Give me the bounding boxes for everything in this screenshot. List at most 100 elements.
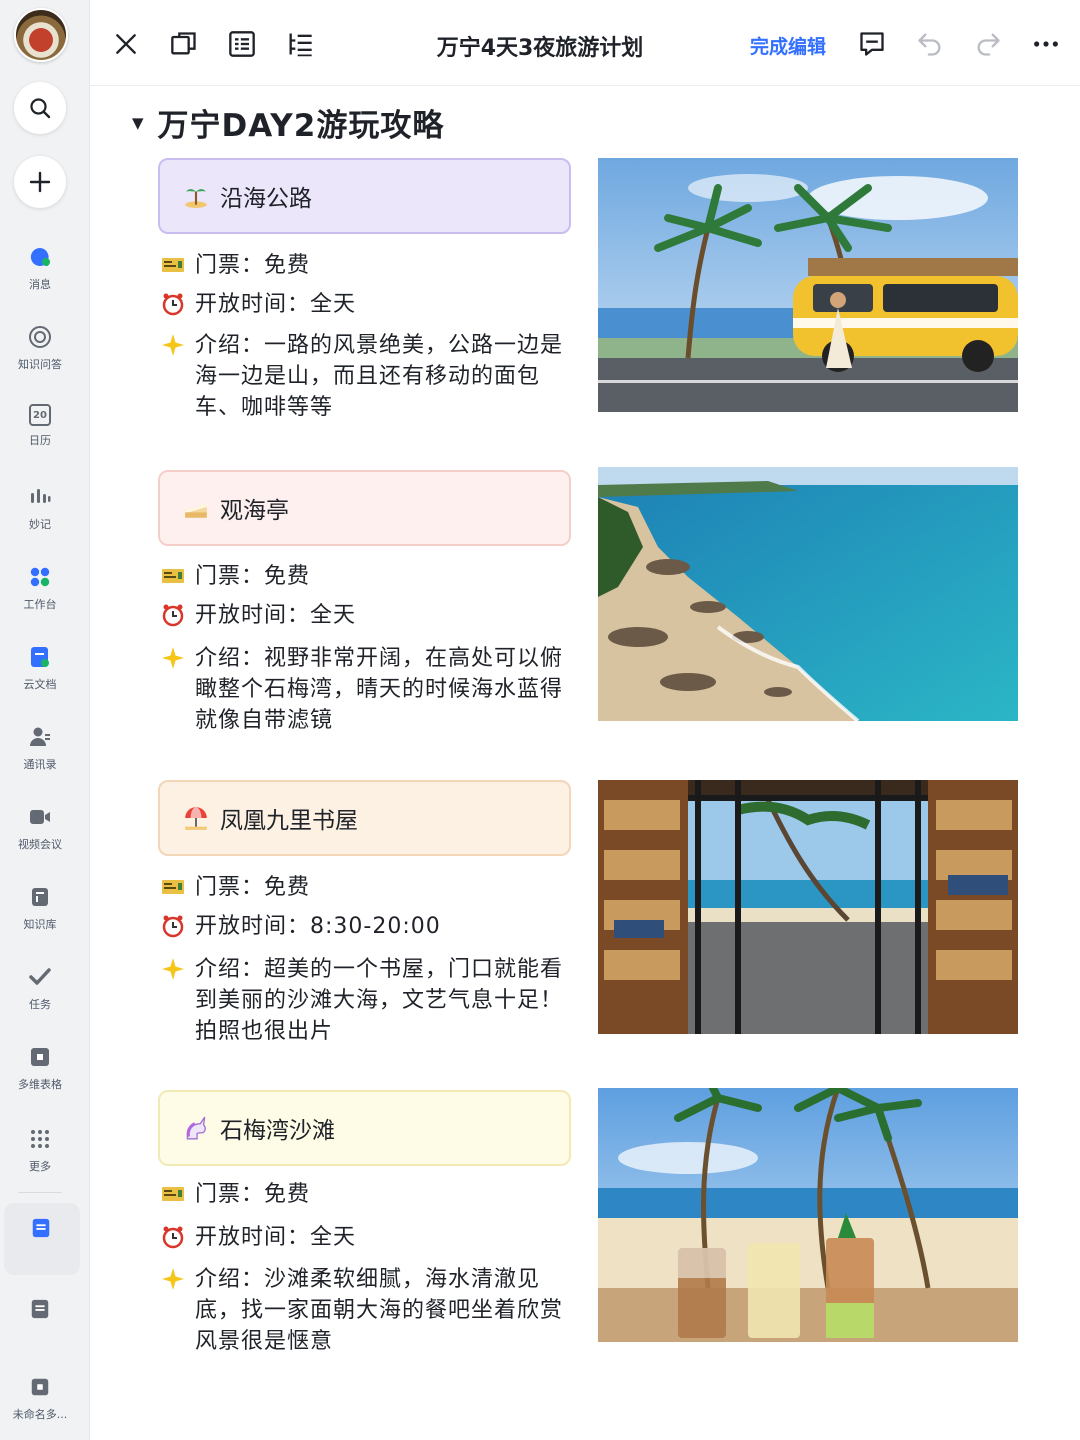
alarm-clock-icon (160, 913, 186, 939)
sidebar-item-messages[interactable]: 消息 (0, 244, 80, 308)
ticket-icon (160, 252, 186, 278)
sidebar-item-tasks[interactable]: 任务 (0, 964, 80, 1028)
list-box-icon (229, 31, 255, 57)
sidebar-item-calendar[interactable]: 20 日历 (0, 404, 80, 468)
spot-title-card[interactable]: 凤凰九里书屋 (158, 780, 571, 856)
spot-name: 观海亭 (220, 498, 289, 524)
ticket-icon (160, 563, 186, 589)
spiral-icon (29, 326, 51, 348)
sidebar-item-label: 多维表格 (18, 1078, 62, 1091)
sidebar-item-more[interactable]: 更多 (0, 1126, 80, 1190)
close-button[interactable] (110, 28, 142, 60)
document-toolbar: 万宁4天3夜旅游计划 完成编辑 (90, 0, 1080, 86)
cake-icon (182, 494, 210, 522)
ticket-line: 门票：免费 (160, 1179, 579, 1210)
outline-icon (289, 33, 312, 57)
ellipsis-icon (1034, 41, 1058, 47)
spot-name: 石梅湾沙滩 (220, 1118, 335, 1144)
comment-icon (860, 32, 884, 56)
hours-line: 开放时间：全天 (160, 289, 579, 320)
section-heading[interactable]: ▼ 万宁DAY2游玩攻略 (132, 100, 444, 145)
alarm-clock-icon (160, 1224, 186, 1250)
dots-grid-icon (31, 1130, 49, 1148)
spot-title-card[interactable]: 石梅湾沙滩 (158, 1090, 571, 1166)
search-button[interactable] (14, 82, 66, 134)
intro-text: 介绍：一路的风景绝美，公路一边是海一边是山，而且还有移动的面包车、咖啡等等 (195, 333, 564, 420)
page-layout-button[interactable] (226, 28, 258, 60)
intro-line: 介绍：超美的一个书屋，门口就能看到美丽的沙滩大海，文艺气息十足！拍照也很出片 (160, 954, 579, 1047)
ticket-line: 门票：免费 (160, 561, 579, 592)
table-icon (31, 1378, 49, 1396)
recent-base-label: 未命名多... (12, 1408, 68, 1421)
sidebar-item-minutes[interactable]: 妙记 (0, 484, 80, 548)
hours-text: 开放时间：全天 (195, 603, 357, 628)
document-title: 万宁4天3夜旅游计划 (436, 36, 644, 61)
undo-icon (918, 33, 941, 56)
spot-title-card[interactable]: 沿海公路 (158, 158, 571, 234)
sidebar-item-video-meeting[interactable]: 视频会议 (0, 804, 80, 868)
collapse-caret-icon[interactable]: ▼ (132, 114, 144, 132)
hours-text: 开放时间：全天 (195, 292, 357, 317)
ticket-line: 门票：免费 (160, 872, 579, 903)
intro-text: 介绍：视野非常开阔，在高处可以俯瞰整个石梅湾，晴天的时候海水蓝得就像自带滤镜 (195, 646, 564, 733)
sidebar-item-label: 日历 (29, 434, 51, 447)
recent-base-item[interactable]: 未命名多... (0, 1374, 80, 1438)
alarm-clock-icon (160, 291, 186, 317)
window-icon (171, 32, 196, 55)
hours-line: 开放时间：全天 (160, 1222, 579, 1253)
ticket-text: 门票：免费 (195, 875, 311, 900)
beach-umbrella-icon (182, 804, 210, 832)
redo-button[interactable] (972, 28, 1004, 60)
sidebar-item-label: 知识库 (23, 918, 57, 931)
sidebar-item-label: 云文档 (23, 678, 57, 691)
contacts-icon (30, 727, 50, 746)
sidebar-item-label: 消息 (29, 278, 51, 291)
sidebar-item-docs[interactable]: 云文档 (0, 644, 80, 708)
ticket-text: 门票：免费 (195, 253, 311, 278)
chat-bubble-icon (30, 247, 50, 266)
cloud-doc-icon (31, 647, 49, 667)
spot-photo (598, 1088, 1018, 1342)
add-button[interactable] (14, 156, 66, 208)
grid-apps-icon (30, 567, 50, 587)
ticket-icon (160, 1181, 186, 1207)
sparkle-icon (160, 645, 186, 671)
sidebar-item-knowledge-qa[interactable]: 知识问答 (0, 324, 80, 388)
sidebar-item-label: 通讯录 (23, 758, 57, 771)
search-icon (30, 98, 51, 119)
sidebar-item-label: 知识问答 (18, 358, 62, 371)
comments-button[interactable] (856, 28, 888, 60)
sidebar-item-label: 视频会议 (18, 838, 62, 851)
ticket-icon (160, 874, 186, 900)
recent-doc-item[interactable] (0, 1296, 80, 1360)
waveform-icon (31, 489, 51, 503)
section-heading-text: 万宁DAY2游玩攻略 (157, 108, 445, 144)
sidebar-item-label: 妙记 (29, 518, 51, 531)
sidebar-item-workplace[interactable]: 工作台 (0, 564, 80, 628)
more-options-button[interactable] (1030, 28, 1062, 60)
intro-text: 介绍：超美的一个书屋，门口就能看到美丽的沙滩大海，文艺气息十足！拍照也很出片 (195, 957, 564, 1044)
intro-line: 介绍：视野非常开阔，在高处可以俯瞰整个石梅湾，晴天的时候海水蓝得就像自带滤镜 (160, 643, 579, 736)
unicorn-icon (182, 1114, 210, 1142)
recent-doc-active-item[interactable] (4, 1203, 80, 1275)
hours-text: 开放时间：全天 (195, 1225, 357, 1250)
sidebar-item-label: 任务 (29, 998, 51, 1011)
spot-title-card[interactable]: 观海亭 (158, 470, 571, 546)
undo-button[interactable] (914, 28, 946, 60)
window-mode-button[interactable] (168, 28, 200, 60)
app-sidebar: 消息 知识问答 20 日历 妙记 工作台 云文档 通讯录 视频会议 知识库 任务 (0, 0, 90, 1440)
sidebar-item-wiki[interactable]: 知识库 (0, 884, 80, 948)
calendar-icon: 20 (29, 404, 51, 426)
finish-editing-button[interactable]: 完成编辑 (750, 32, 826, 59)
sidebar-item-contacts[interactable]: 通讯录 (0, 724, 80, 788)
intro-text: 介绍：沙滩柔软细腻，海水清澈见底，找一家面朝大海的餐吧坐着欣赏风景很是惬意 (195, 1267, 564, 1354)
avatar[interactable] (14, 8, 68, 62)
spot-photo (598, 467, 1018, 721)
outline-button[interactable] (284, 28, 316, 60)
checkmark-icon (29, 968, 51, 985)
video-camera-icon (30, 810, 50, 824)
close-icon (116, 34, 136, 54)
intro-line: 介绍：一路的风景绝美，公路一边是海一边是山，而且还有移动的面包车、咖啡等等 (160, 330, 579, 423)
sidebar-item-base[interactable]: 多维表格 (0, 1044, 80, 1108)
ticket-text: 门票：免费 (195, 564, 311, 589)
